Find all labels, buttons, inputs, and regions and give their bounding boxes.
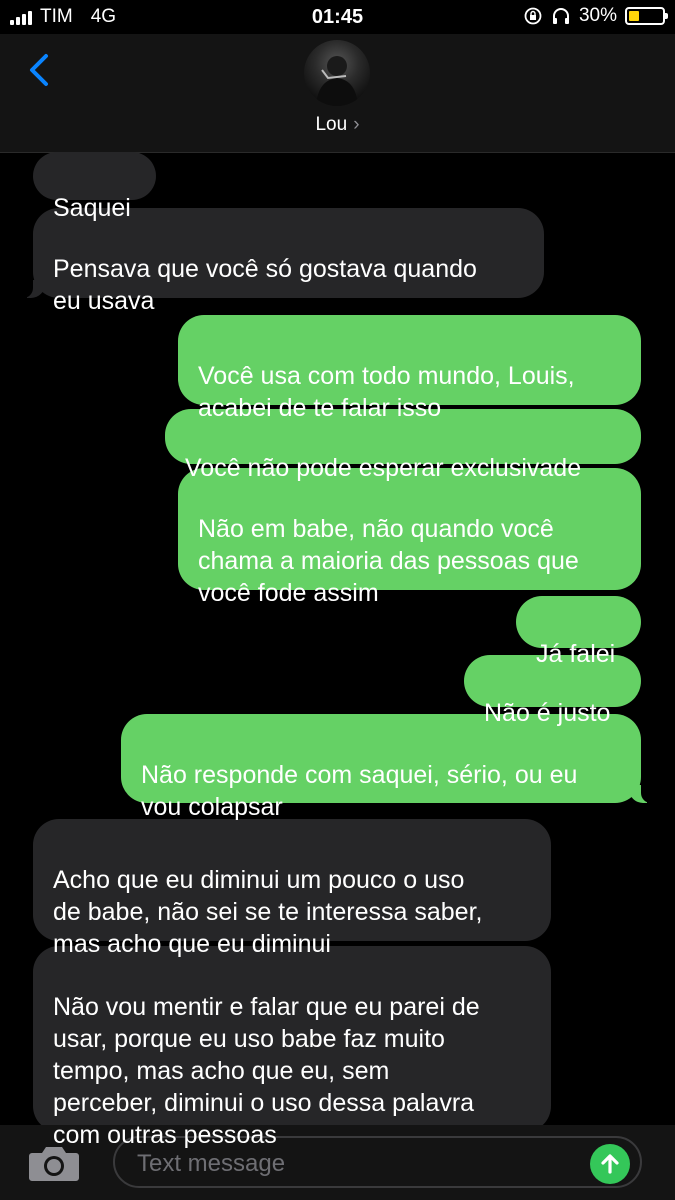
message-text: Não responde com saquei, sério, ou eu vo…	[141, 761, 578, 821]
arrow-up-icon	[601, 1154, 619, 1174]
status-right: 30%	[523, 5, 668, 27]
message-bubble-outgoing[interactable]: Não em babe, não quando você chama a mai…	[178, 468, 641, 607]
avatar-image	[316, 56, 358, 106]
conversation-header: Lou ›	[0, 34, 675, 153]
rotation-lock-icon	[524, 7, 542, 25]
message-bubble-incoming[interactable]: Saquei	[33, 152, 156, 222]
message-bubble-outgoing[interactable]: Você usa com todo mundo, Louis, acabei d…	[178, 315, 641, 422]
message-input-placeholder: Text message	[137, 1150, 286, 1177]
message-text: Acho que eu diminui um pouco o uso de ba…	[53, 866, 483, 958]
message-bubble-incoming[interactable]: Acho que eu diminui um pouco o uso de ba…	[33, 819, 551, 958]
message-bubble-incoming[interactable]: Não vou mentir e falar que eu parei de u…	[33, 946, 551, 1149]
avatar[interactable]	[304, 40, 370, 106]
chevron-left-icon[interactable]	[22, 50, 62, 90]
message-text: Já falei	[536, 640, 616, 668]
battery-fill	[629, 11, 639, 21]
camera-icon[interactable]	[28, 1143, 80, 1183]
headphones-icon	[552, 8, 569, 24]
message-text: Pensava que você só gostava quando eu us…	[53, 255, 477, 315]
message-bubble-outgoing[interactable]: Já falei	[516, 596, 641, 668]
message-text: Você não pode esperar exclusivade	[185, 454, 582, 482]
contact-name: Lou	[315, 114, 348, 135]
battery-icon	[625, 7, 668, 25]
battery-percent: 30%	[578, 5, 617, 26]
message-text: Saquei	[53, 194, 131, 222]
message-bubble-outgoing[interactable]: Não responde com saquei, sério, ou eu vo…	[121, 714, 653, 821]
message-text: Não em babe, não quando você chama a mai…	[198, 515, 579, 607]
status-bar: TIM 4G 01:45 30%	[0, 0, 675, 34]
message-text: Não é justo	[484, 699, 611, 727]
contact-name-button[interactable]: Lou ›	[0, 114, 675, 136]
send-button[interactable]	[590, 1144, 630, 1184]
chevron-right-icon: ›	[353, 114, 360, 135]
